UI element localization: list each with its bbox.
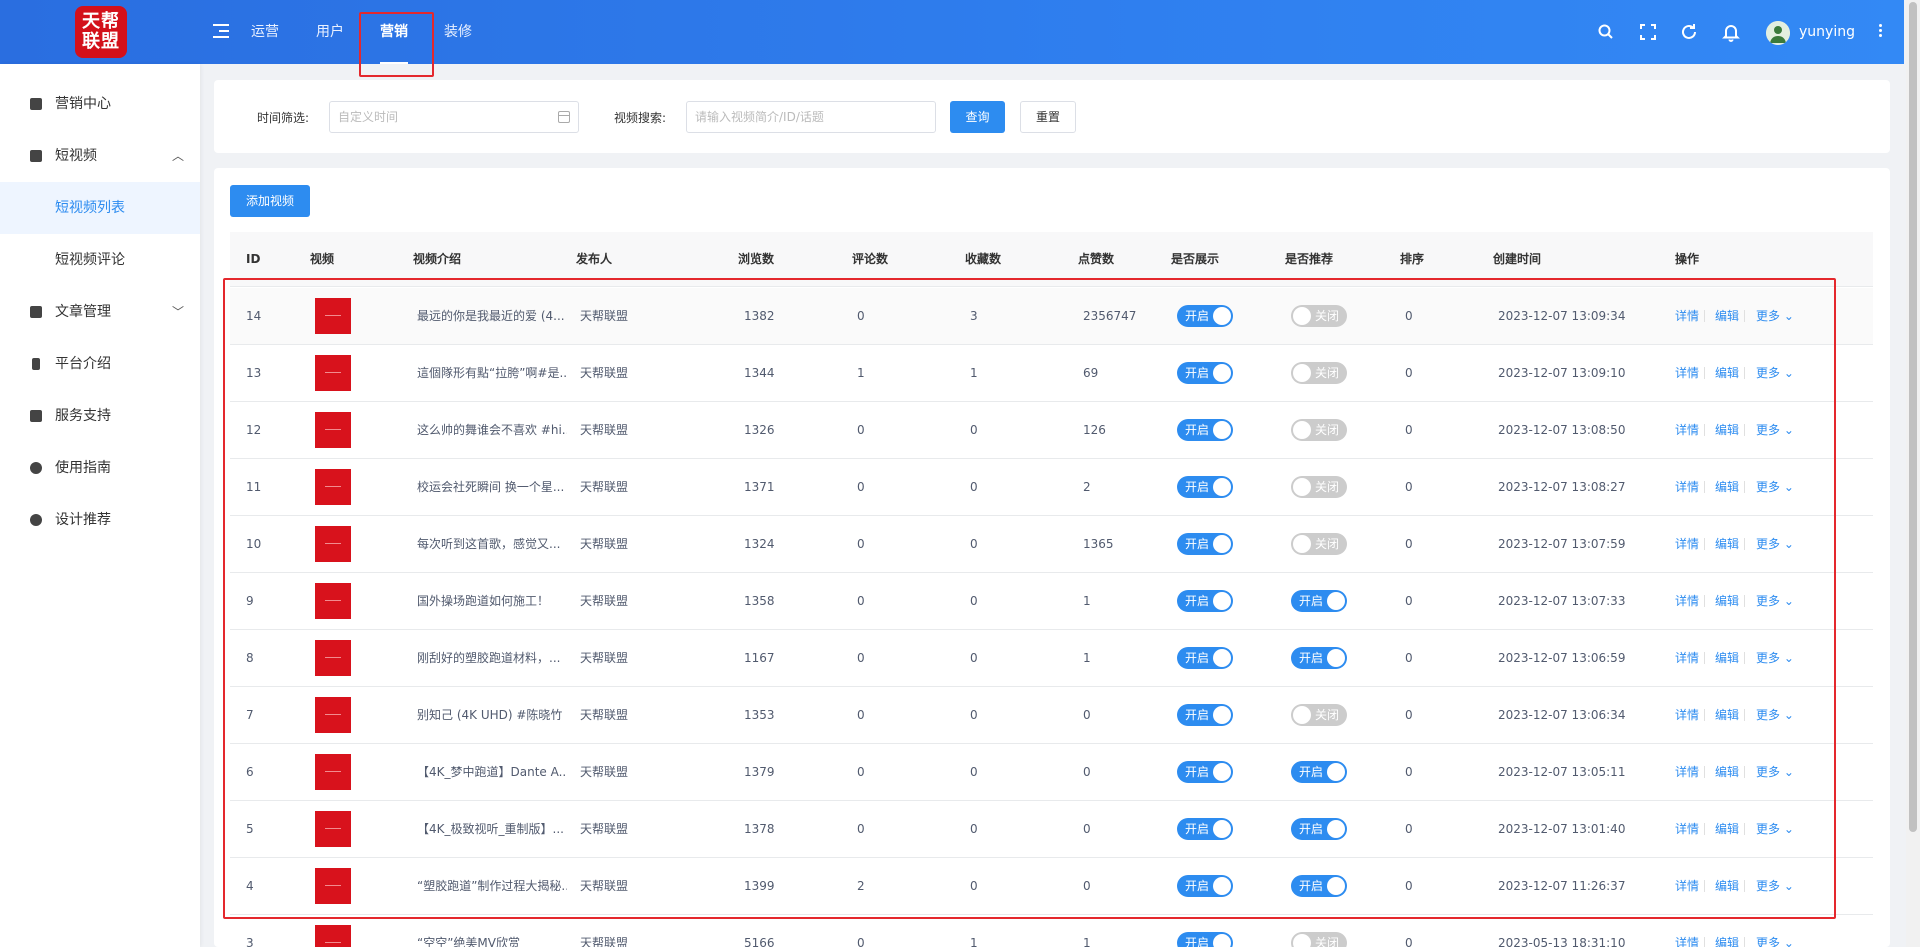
fullscreen-icon[interactable] (1638, 22, 1658, 42)
compass-icon (30, 462, 42, 474)
search-icon[interactable] (1596, 22, 1616, 42)
marketing-center-icon (30, 98, 42, 110)
edit-link[interactable]: 编辑 (1715, 915, 1739, 947)
sidebar-item-user-guide[interactable]: 使用指南 (0, 442, 200, 494)
topnav-users[interactable]: 用户 (316, 0, 344, 64)
reset-button[interactable]: 重置 (1020, 101, 1076, 133)
video-search-label: 视频搜索: (614, 111, 667, 125)
sidebar: 营销中心 短视频 ︿ 短视频列表 短视频评论 文章管理 ﹀ 平台介绍 服务支持 … (0, 64, 200, 947)
menu-toggle-icon[interactable] (213, 24, 229, 38)
sidebar-item-service-support[interactable]: 服务支持 (0, 390, 200, 442)
show-toggle[interactable]: 开启 (1177, 932, 1233, 947)
action-divider (1744, 937, 1745, 947)
time-filter-input[interactable]: 自定义时间 (329, 101, 579, 133)
article-icon (30, 306, 42, 318)
sidebar-item-marketing-center[interactable]: 营销中心 (0, 78, 200, 130)
username[interactable]: yunying (1799, 0, 1855, 64)
sidebar-item-video-list[interactable]: 短视频列表 (0, 182, 200, 234)
cell-favorites: 1 (970, 936, 978, 947)
cell-likes: 1 (1083, 936, 1091, 947)
recommend-toggle[interactable]: 关闭 (1291, 932, 1347, 947)
highlight-box-table (223, 278, 1836, 919)
bookmark-icon (32, 358, 40, 370)
action-divider (1704, 937, 1705, 947)
brand-logo[interactable]: 天帮 联盟 (75, 6, 127, 58)
video-icon (30, 150, 42, 162)
scrollbar-thumb[interactable] (1909, 2, 1917, 832)
more-dropdown[interactable]: 更多 ⌄ (1756, 915, 1794, 947)
sidebar-item-video-comments[interactable]: 短视频评论 (0, 234, 200, 286)
sidebar-item-platform-intro[interactable]: 平台介绍 (0, 338, 200, 390)
scrollbar[interactable] (1906, 0, 1920, 947)
time-filter-label: 时间筛选: (257, 111, 310, 125)
detail-link[interactable]: 详情 (1675, 915, 1699, 947)
add-video-button[interactable]: 添加视频 (230, 185, 310, 217)
cell-comments: 0 (857, 936, 865, 947)
top-header: 天帮 联盟 运营 用户 营销 装修 yunying (0, 0, 1904, 64)
sidebar-item-short-video[interactable]: 短视频 ︿ (0, 130, 200, 182)
cell-publisher: 天帮联盟 (580, 936, 629, 947)
sidebar-item-articles[interactable]: 文章管理 ﹀ (0, 286, 200, 338)
cell-sort: 0 (1405, 936, 1413, 947)
table-row: 3 “空空”绝美MV欣赏 天帮联盟 5166 0 1 1 开启 关闭 0 2023-05-13 18… (230, 915, 1873, 947)
cell-views: 5166 (744, 936, 775, 947)
cell-intro: “空空”绝美MV欣赏 (417, 936, 520, 947)
query-button[interactable]: 查询 (950, 101, 1005, 133)
calendar-icon (558, 111, 570, 123)
globe-icon (30, 514, 42, 526)
chart-icon (30, 410, 42, 422)
refresh-icon[interactable] (1679, 22, 1699, 42)
topnav-decoration[interactable]: 装修 (444, 0, 472, 64)
cell-id: 3 (246, 936, 254, 947)
toggle-knob (1213, 934, 1231, 947)
bell-icon[interactable] (1721, 22, 1741, 42)
toggle-knob (1293, 934, 1311, 947)
avatar[interactable] (1766, 21, 1790, 45)
chevron-down-icon: ﹀ (172, 305, 185, 319)
chevron-up-icon: ︿ (172, 149, 185, 163)
video-thumbnail[interactable] (315, 925, 351, 947)
sidebar-item-design-recommend[interactable]: 设计推荐 (0, 494, 200, 546)
cell-created: 2023-05-13 18:31:10 (1498, 936, 1626, 947)
more-vertical-icon[interactable] (1877, 22, 1883, 42)
topnav-operations[interactable]: 运营 (251, 0, 279, 64)
highlight-box-nav (359, 12, 434, 77)
video-search-input[interactable]: 请输入视频简介/ID/话题 (686, 101, 936, 133)
